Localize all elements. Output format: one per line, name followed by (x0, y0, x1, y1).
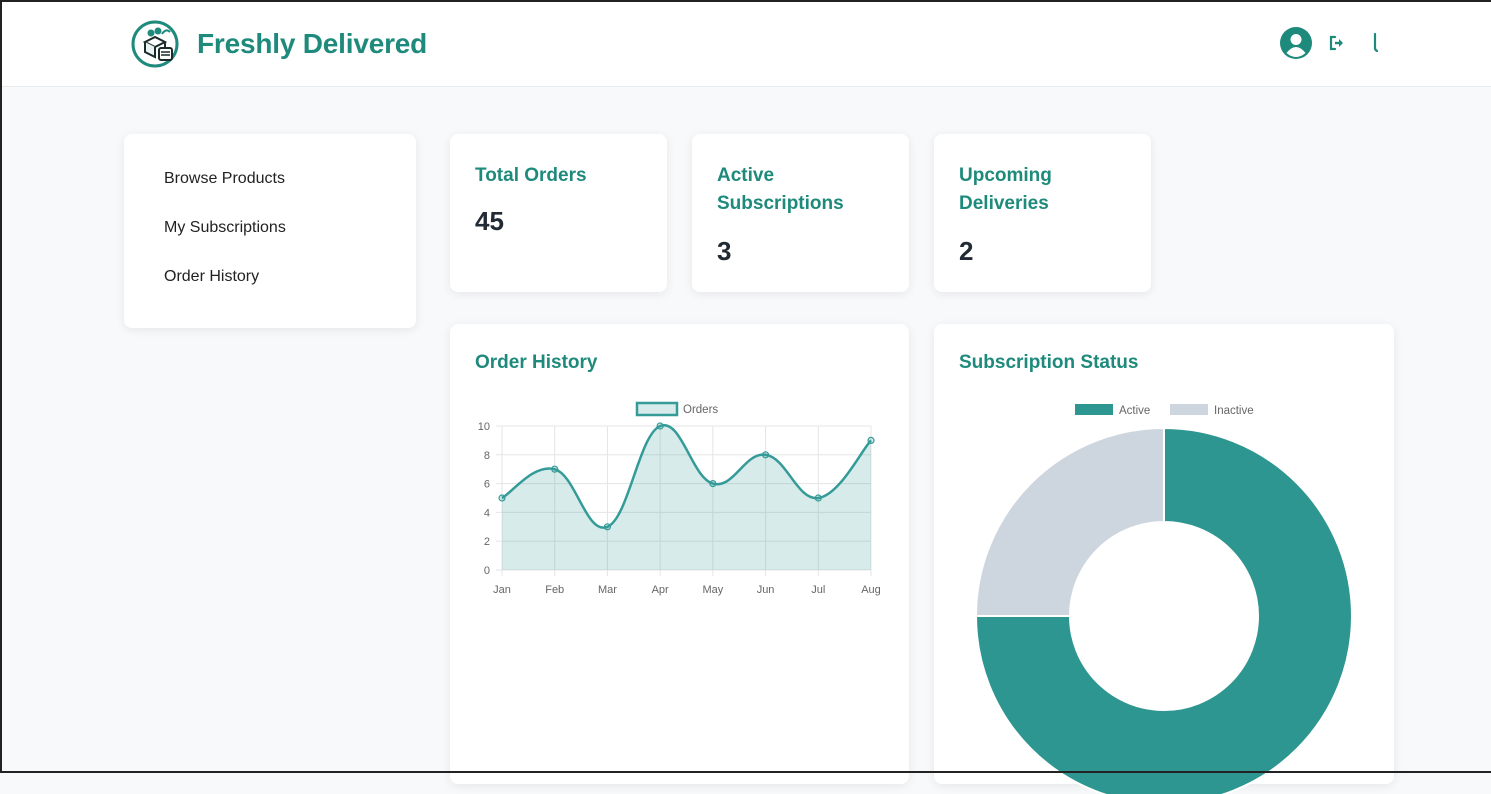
sidebar-item-browse-products[interactable]: Browse Products (164, 170, 285, 188)
data-point-orders (498, 494, 506, 502)
logout-button[interactable] (1312, 34, 1346, 52)
sidebar-item-order-history[interactable]: Order History (164, 268, 259, 286)
x-tick-label: Mar (598, 584, 617, 596)
legend-label-active: Active (1119, 405, 1150, 417)
phone-icon (1373, 32, 1379, 53)
user-circle-icon (1280, 27, 1312, 59)
x-tick-label: Apr (652, 584, 669, 596)
sidebar-item-my-subscriptions[interactable]: My Subscriptions (164, 219, 286, 237)
y-tick-label: 4 (484, 507, 490, 519)
data-point-orders (867, 436, 875, 445)
stat-value: 2 (959, 236, 974, 266)
header-actions (1280, 27, 1382, 59)
stat-card-total-orders: Total Orders 45 (450, 134, 667, 292)
chart-title: Order History (475, 352, 598, 373)
data-point-orders (656, 422, 664, 430)
stat-title: Active Subscriptions (717, 165, 844, 214)
data-point-orders (814, 494, 822, 502)
x-tick-label: May (702, 584, 723, 596)
stat-title: Upcoming Deliveries (959, 165, 1052, 214)
order-history-chart: Orders 0 2 4 6 8 10 Jan Feb Mar Apr May Jun Jul Aug (478, 401, 881, 596)
sign-out-icon (1329, 35, 1343, 51)
x-tick-label: Jul (811, 584, 825, 596)
legend-swatch-inactive (1170, 404, 1208, 415)
brand[interactable]: Freshly Delivered (131, 20, 427, 68)
y-tick-label: 2 (484, 536, 490, 548)
sidebar-menu: Browse Products My Subscriptions Order H… (124, 134, 416, 328)
stat-card-upcoming-deliveries: Upcoming Deliveries 2 (934, 134, 1151, 292)
legend-swatch-active (1075, 404, 1113, 415)
y-tick-label: 8 (484, 450, 490, 462)
profile-button[interactable] (1280, 27, 1312, 59)
legend-label-orders: Orders (683, 404, 718, 416)
data-point-orders (709, 479, 717, 488)
subscription-status-card: Subscription Status Active Inactive (934, 324, 1394, 794)
stat-card-active-subscriptions: Active Subscriptions 3 (692, 134, 909, 292)
top-navbar: Freshly Delivered (0, 0, 1491, 87)
stat-title: Total Orders (475, 165, 587, 186)
y-tick-label: 10 (478, 421, 490, 433)
x-tick-label: Feb (545, 584, 564, 596)
produce-box-calendar-icon (131, 20, 179, 68)
data-point-orders (551, 465, 559, 473)
x-tick-label: Jan (493, 584, 511, 596)
y-tick-label: 6 (484, 479, 490, 491)
brand-name: Freshly Delivered (197, 28, 428, 59)
legend-label-inactive: Inactive (1214, 405, 1254, 417)
legend-swatch-orders (635, 401, 679, 417)
x-tick-label: Aug (861, 584, 881, 596)
slice-inactive (974, 426, 1165, 617)
data-point-orders (603, 523, 612, 531)
order-history-card: Order History Orders 0 2 4 6 8 10 Jan Feb Mar Apr M… (450, 324, 909, 784)
chart-title: Subscription Status (959, 352, 1139, 373)
phone-button[interactable] (1346, 32, 1382, 54)
x-tick-label: Jun (757, 584, 775, 596)
stat-value: 45 (475, 206, 504, 236)
data-point-orders (761, 451, 770, 459)
y-tick-label: 0 (484, 565, 490, 577)
subscription-status-chart: Active Inactive (974, 404, 1353, 794)
stat-value: 3 (717, 236, 732, 266)
